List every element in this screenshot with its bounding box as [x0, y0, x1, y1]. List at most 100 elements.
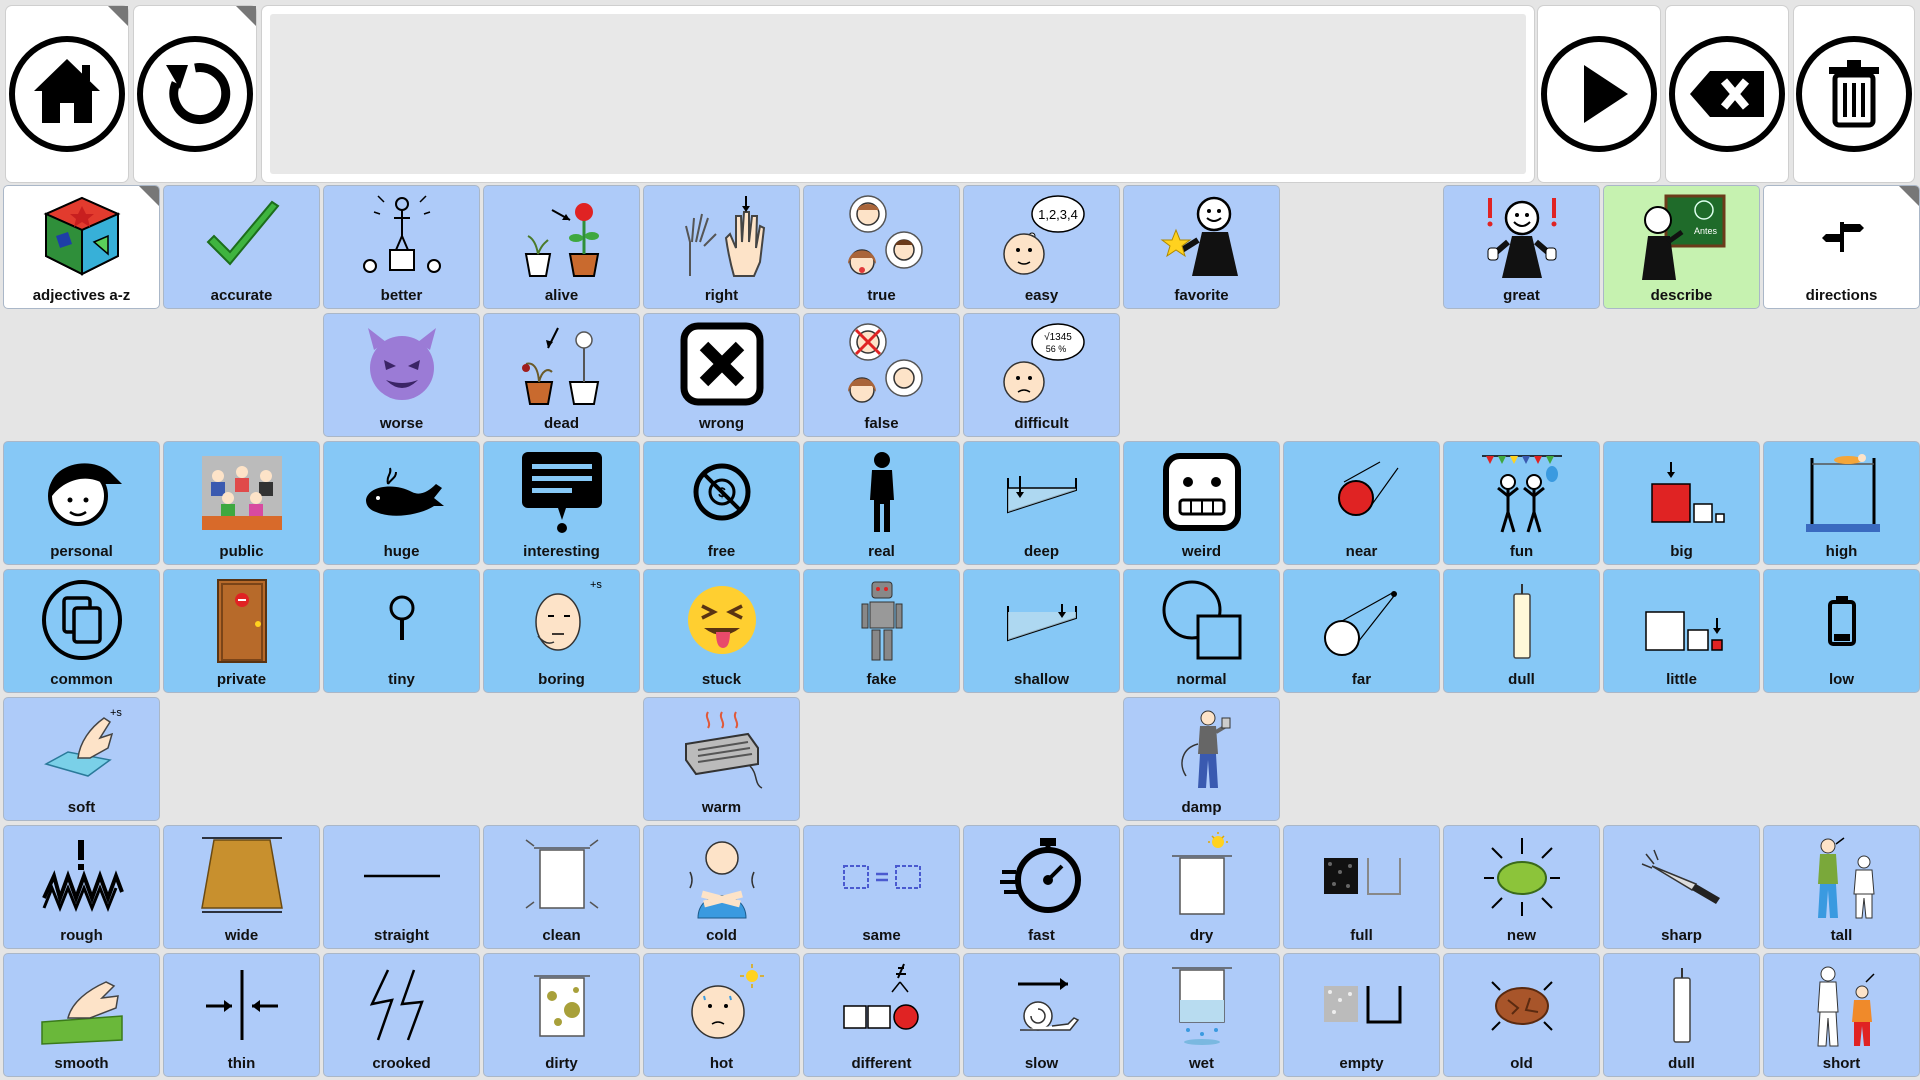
cell-false[interactable]: false: [804, 314, 959, 436]
cell-true[interactable]: true: [804, 186, 959, 308]
cell-damp[interactable]: damp: [1124, 698, 1279, 820]
cell-dirty[interactable]: dirty: [484, 954, 639, 1076]
cell-label: adjectives a-z: [32, 287, 131, 304]
cell-label: alive: [544, 287, 579, 304]
cell-fast[interactable]: fast: [964, 826, 1119, 948]
cell-real[interactable]: real: [804, 442, 959, 564]
cell-private[interactable]: private: [164, 570, 319, 692]
cell-sharp[interactable]: sharp: [1604, 826, 1759, 948]
cell-dry[interactable]: dry: [1124, 826, 1279, 948]
cell-alive[interactable]: alive: [484, 186, 639, 308]
cell-easy[interactable]: 1,2,3,4 easy: [964, 186, 1119, 308]
cell-difficult[interactable]: √1345 56 % difficult: [964, 314, 1119, 436]
cell-warm[interactable]: warm: [644, 698, 799, 820]
home-button[interactable]: [6, 6, 128, 182]
delete-button[interactable]: [1666, 6, 1788, 182]
cell-wide[interactable]: wide: [164, 826, 319, 948]
cell-new[interactable]: new: [1444, 826, 1599, 948]
cell-better[interactable]: better: [324, 186, 479, 308]
cell-label: directions: [1805, 287, 1878, 304]
empty-container-icon: [1323, 986, 1401, 1024]
cell-cold[interactable]: cold: [644, 826, 799, 948]
trash-icon: [1796, 36, 1912, 152]
cell-short[interactable]: short: [1764, 954, 1919, 1076]
cell-little[interactable]: little: [1604, 570, 1759, 692]
back-button[interactable]: [134, 6, 256, 182]
cell-same[interactable]: same: [804, 826, 959, 948]
cell-shallow[interactable]: shallow: [964, 570, 1119, 692]
cell-label: wet: [1188, 1055, 1214, 1072]
cell-personal[interactable]: personal: [4, 442, 159, 564]
play-icon: [1541, 36, 1657, 152]
cell-worse[interactable]: worse: [324, 314, 479, 436]
wide-shape-icon: [200, 837, 283, 913]
cell-favorite[interactable]: favorite: [1124, 186, 1279, 308]
folder-corner-icon: [236, 6, 256, 26]
cell-great[interactable]: great: [1444, 186, 1599, 308]
cell-fake[interactable]: fake: [804, 570, 959, 692]
cell-label: interesting: [523, 543, 600, 560]
cell-huge[interactable]: huge: [324, 442, 479, 564]
cell-label: great: [1503, 287, 1540, 304]
cell-tiny[interactable]: tiny: [324, 570, 479, 692]
cell-rough[interactable]: rough: [4, 826, 159, 948]
cell-deep[interactable]: deep: [964, 442, 1119, 564]
cell-big[interactable]: big: [1604, 442, 1759, 564]
cell-describe[interactable]: Antes describe: [1604, 186, 1759, 308]
cell-label: false: [864, 415, 899, 432]
no-cost-icon: $: [693, 463, 750, 521]
cell-boring[interactable]: +s boring: [484, 570, 639, 692]
cell-dull[interactable]: dull: [1444, 570, 1599, 692]
cell-full[interactable]: full: [1284, 826, 1439, 948]
cell-low[interactable]: low: [1764, 570, 1919, 692]
cell-interesting[interactable]: interesting: [484, 442, 639, 564]
cell-high[interactable]: high: [1764, 442, 1919, 564]
cell-public[interactable]: public: [164, 442, 319, 564]
cell-crooked[interactable]: crooked: [324, 954, 479, 1076]
cell-label: wide: [224, 927, 259, 944]
cell-different[interactable]: different: [804, 954, 959, 1076]
cell-label: empty: [1339, 1055, 1384, 1072]
speak-button[interactable]: [1538, 6, 1660, 182]
cell-accurate[interactable]: accurate: [164, 186, 319, 308]
cell-stuck[interactable]: stuck: [644, 570, 799, 692]
cell-wet[interactable]: wet: [1124, 954, 1279, 1076]
cell-straight[interactable]: straight: [324, 826, 479, 948]
cell-far[interactable]: far: [1284, 570, 1439, 692]
cell-right[interactable]: right: [644, 186, 799, 308]
teacher-blackboard-icon: Antes: [1641, 194, 1725, 280]
cell-weird[interactable]: weird: [1124, 442, 1279, 564]
cell-label: public: [219, 543, 264, 560]
cell-normal[interactable]: normal: [1124, 570, 1279, 692]
cell-label: clean: [542, 927, 581, 944]
cell-old[interactable]: old: [1444, 954, 1599, 1076]
folder-adjectives-a-z[interactable]: adjectives a-z: [4, 186, 159, 308]
cell-clean[interactable]: clean: [484, 826, 639, 948]
cell-label: short: [1822, 1055, 1861, 1072]
cell-common[interactable]: common: [4, 570, 159, 692]
cell-fun[interactable]: fun: [1444, 442, 1599, 564]
easy-thinking-icon: 1,2,3,4: [1002, 195, 1085, 275]
cell-free[interactable]: $ free: [644, 442, 799, 564]
circle-square-icon: [1162, 580, 1241, 660]
cell-dull-2[interactable]: dull: [1604, 954, 1759, 1076]
folder-directions[interactable]: directions: [1764, 186, 1919, 308]
cell-soft[interactable]: +s soft: [4, 698, 159, 820]
cell-thin[interactable]: thin: [164, 954, 319, 1076]
cell-dead[interactable]: dead: [484, 314, 639, 436]
cell-smooth[interactable]: smooth: [4, 954, 159, 1076]
cell-near[interactable]: near: [1284, 442, 1439, 564]
cell-wrong[interactable]: wrong: [644, 314, 799, 436]
plural-marker: +s: [590, 579, 602, 591]
hot-face-icon: [690, 964, 764, 1039]
message-bar[interactable]: [262, 6, 1534, 182]
cell-label: dry: [1189, 927, 1214, 944]
cell-label: near: [1345, 543, 1378, 560]
cell-empty[interactable]: empty: [1284, 954, 1439, 1076]
cell-tall[interactable]: tall: [1764, 826, 1919, 948]
clear-button[interactable]: [1794, 6, 1914, 182]
cell-slow[interactable]: slow: [964, 954, 1119, 1076]
person-watering-icon: [1180, 710, 1230, 788]
cell-hot[interactable]: hot: [644, 954, 799, 1076]
false-faces-icon: [847, 323, 923, 403]
